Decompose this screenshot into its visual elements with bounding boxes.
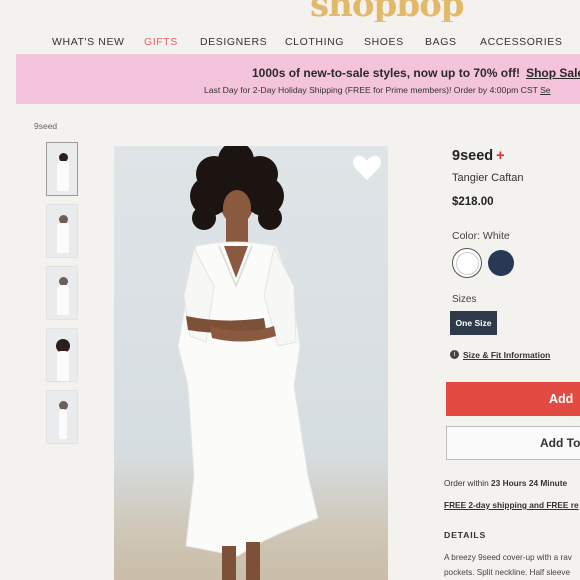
thumbnail-figure: [55, 153, 71, 191]
nav-whats-new[interactable]: WHAT'S NEW: [52, 36, 125, 48]
nav-accessories[interactable]: ACCESSORIES: [480, 36, 562, 48]
model-illustration: [177, 146, 319, 580]
product-name: Tangier Caftan: [452, 172, 524, 184]
nav-designers[interactable]: DESIGNERS: [200, 36, 267, 48]
promo-subline-text: Last Day for 2-Day Holiday Shipping (FRE…: [204, 85, 538, 95]
order-within-prefix: Order within: [444, 478, 489, 488]
thumbnail-3[interactable]: [46, 266, 78, 320]
thumbnail-2[interactable]: [46, 204, 78, 258]
add-to-bag-button[interactable]: Add: [446, 382, 580, 416]
nav-shoes[interactable]: SHOES: [364, 36, 404, 48]
promo-banner: 1000s of new-to-sale styles, now up to 7…: [16, 54, 580, 104]
color-swatch-navy[interactable]: [488, 250, 514, 276]
product-page: shopbop WHAT'S NEW GIFTS DESIGNERS CLOTH…: [0, 0, 580, 580]
nav-gifts[interactable]: GIFTS: [144, 36, 178, 48]
order-within-time: 23 Hours 24 Minute: [491, 478, 568, 488]
order-within-text: Order within 23 Hours 24 Minute: [444, 478, 567, 488]
thumbnail-figure: [55, 215, 71, 253]
thumbnail-1[interactable]: [46, 142, 78, 196]
color-label: Color: White: [452, 230, 510, 242]
breadcrumb[interactable]: 9seed: [34, 121, 57, 131]
sizes-label: Sizes: [452, 294, 477, 305]
shop-sale-link[interactable]: Shop Sale: [526, 66, 580, 80]
heart-icon[interactable]: [352, 154, 382, 182]
follow-brand-plus-icon[interactable]: +: [496, 148, 504, 164]
free-shipping-link[interactable]: FREE 2-day shipping and FREE re: [444, 500, 579, 510]
add-to-wishlist-button[interactable]: Add To: [446, 426, 580, 460]
size-fit-link[interactable]: Size & Fit Information: [463, 350, 550, 360]
promo-subline: Last Day for 2-Day Holiday Shipping (FRE…: [204, 85, 551, 95]
thumbnail-figure: [55, 339, 71, 381]
description-line-1: A breezy 9seed cover-up with a rav: [444, 553, 572, 562]
promo-headline: 1000s of new-to-sale styles, now up to 7…: [252, 66, 580, 80]
nav-bags[interactable]: BAGS: [425, 36, 457, 48]
size-option-one-size[interactable]: One Size: [450, 311, 497, 335]
thumbnail-4[interactable]: [46, 328, 78, 382]
product-description: A breezy 9seed cover-up with a rav pocke…: [444, 550, 580, 580]
shopbop-logo[interactable]: shopbop: [310, 0, 530, 22]
main-nav: WHAT'S NEW GIFTS DESIGNERS CLOTHING SHOE…: [0, 32, 580, 52]
size-fit-info[interactable]: i Size & Fit Information: [450, 349, 550, 360]
thumbnail-figure: [55, 277, 71, 315]
nav-clothing[interactable]: CLOTHING: [285, 36, 344, 48]
brand-label[interactable]: 9seed: [452, 148, 493, 164]
info-icon: i: [450, 350, 459, 360]
color-swatch-white[interactable]: [452, 248, 482, 278]
promo-headline-text: 1000s of new-to-sale styles, now up to 7…: [252, 66, 521, 80]
brand-name[interactable]: 9seed +: [452, 148, 505, 164]
product-price: $218.00: [452, 196, 494, 208]
description-line-2: pockets. Split neckline. Half sleeve: [444, 568, 571, 577]
thumbnail-figure: [55, 401, 71, 439]
details-heading: DETAILS: [444, 530, 487, 540]
thumbnail-5[interactable]: [46, 390, 78, 444]
product-main-image[interactable]: [114, 146, 388, 580]
promo-details-link[interactable]: Se: [540, 85, 551, 95]
